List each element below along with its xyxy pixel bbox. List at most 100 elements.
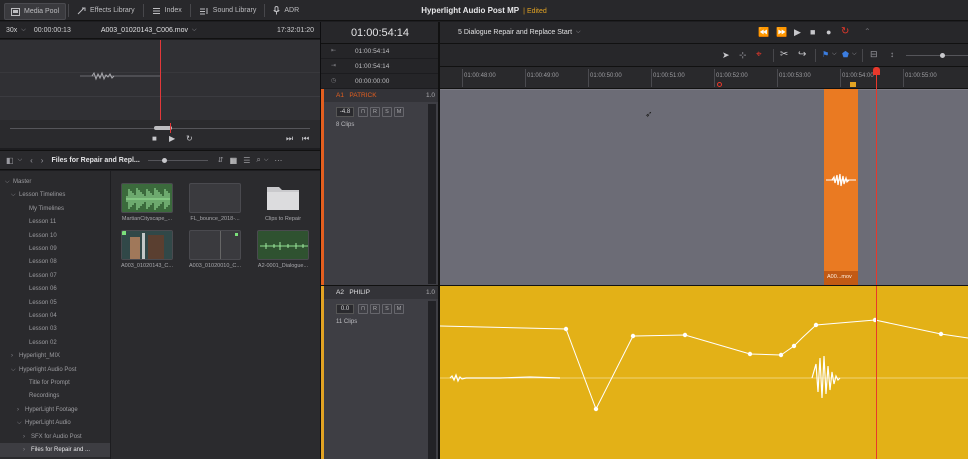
track-lane-a1[interactable]: A00...mov ➶ <box>440 89 968 285</box>
chevron-down-icon[interactable]: ⌵ <box>192 27 197 34</box>
zoom-height-icon[interactable]: ↕ <box>890 50 894 59</box>
clip-marker[interactable] <box>850 82 856 87</box>
duration-value[interactable]: 00:00:00:00 <box>355 74 389 89</box>
track-name[interactable]: PHILIP <box>349 289 370 296</box>
automation-point[interactable] <box>747 351 753 357</box>
track-volume[interactable]: -4.8 <box>336 107 354 117</box>
chevron-down-icon[interactable]: ⌵ <box>11 363 19 377</box>
solo-button[interactable]: S <box>382 304 392 314</box>
thumbnail-size-slider[interactable] <box>147 157 208 163</box>
bin-tree-item[interactable]: Recordings <box>0 389 110 403</box>
loop-icon[interactable]: ↻ <box>841 26 849 37</box>
list-view-icon[interactable]: ☰ <box>243 156 250 165</box>
bin-tree-item[interactable]: › HyperLight Footage <box>0 403 110 417</box>
chevron-right-icon[interactable]: › <box>23 430 31 444</box>
previous-frame-icon[interactable]: ⏮ <box>302 134 309 144</box>
marker-icon[interactable]: ⬟ <box>842 50 849 59</box>
bin-tree-item[interactable]: ⌵ Master <box>0 175 110 189</box>
lock-icon[interactable]: ⊓ <box>358 107 368 117</box>
mute-button[interactable]: M <box>394 107 404 117</box>
bin-tree-item[interactable]: ⌵ HyperLight Audio <box>0 416 110 430</box>
bin-tree-item[interactable]: Lesson 04 <box>0 309 110 323</box>
snapping-icon[interactable]: ⌖ <box>756 49 762 60</box>
play-icon[interactable]: ▶ <box>794 27 801 38</box>
clip-thumbnail[interactable]: Clips to Repair <box>251 176 315 222</box>
panel-toggle-icon[interactable]: ◧ <box>6 156 14 165</box>
track-volume[interactable]: 0.0 <box>336 304 354 314</box>
sort-icon[interactable]: ⇵ <box>218 156 224 164</box>
chevron-right-icon[interactable]: › <box>17 403 25 417</box>
chevron-down-icon[interactable]: ⌵ <box>17 416 25 430</box>
flag-icon[interactable]: ⚑ <box>822 50 829 59</box>
zoom-slider-knob[interactable] <box>940 53 945 58</box>
follow-playhead-icon[interactable]: ⌃ <box>864 27 871 36</box>
pointer-tool-icon[interactable]: ➤ <box>722 50 730 61</box>
automation-point[interactable] <box>813 322 819 328</box>
more-options-icon[interactable]: ⋯ <box>274 156 282 165</box>
in-point-value[interactable]: 01:00:54:14 <box>355 44 389 59</box>
automation-point[interactable] <box>778 352 784 358</box>
media-pool-button[interactable]: Media Pool <box>4 3 67 20</box>
chevron-down-icon[interactable]: ⌵ <box>852 51 857 58</box>
bin-tree-item[interactable]: Lesson 05 <box>0 296 110 310</box>
play-icon[interactable]: ▶ <box>169 134 175 143</box>
source-clip-name[interactable]: A003_01020143_C006.mov <box>101 27 188 34</box>
in-marker[interactable] <box>717 82 722 87</box>
timeline-ruler[interactable]: 01:00:48:00 01:00:49:00 01:00:50:00 01:0… <box>440 67 968 89</box>
stop-icon[interactable]: ■ <box>810 27 815 37</box>
track-header-a2[interactable]: A2 PHILIP 1.0 0.0 ⊓ R S M 11 Clips <box>321 286 439 459</box>
bin-tree-item[interactable]: Lesson 11 <box>0 215 110 229</box>
lock-icon[interactable]: ⊓ <box>358 304 368 314</box>
clip-thumbnail[interactable]: A003_01020010_C... <box>183 223 247 269</box>
link-icon[interactable]: ↪ <box>798 49 806 60</box>
back-icon[interactable]: ‹ <box>30 156 33 165</box>
stop-icon[interactable]: ■ <box>152 134 157 143</box>
range-tool-icon[interactable]: ⊹ <box>739 50 747 61</box>
bin-tree-item[interactable]: Lesson 06 <box>0 282 110 296</box>
bin-tree-item[interactable]: Title for Prompt <box>0 376 110 390</box>
bin-tree-item[interactable]: Lesson 08 <box>0 255 110 269</box>
razor-icon[interactable]: ✂ <box>780 49 788 60</box>
timeline-zoom-slider[interactable] <box>906 55 968 56</box>
bin-tree-item[interactable]: › Hyperlight_MIX <box>0 349 110 363</box>
clip-thumbnail[interactable]: A2-0001_Dialogue... <box>251 223 315 269</box>
chevron-down-icon[interactable]: ⌵ <box>18 157 23 164</box>
forward-icon[interactable]: › <box>41 156 44 165</box>
chevron-down-icon[interactable]: ⌵ <box>264 157 269 164</box>
grid-view-icon[interactable]: ▦ <box>230 156 238 165</box>
bin-tree-item[interactable]: My Timelines <box>0 202 110 216</box>
record-arm-button[interactable]: R <box>370 304 380 314</box>
timeline-playhead[interactable] <box>876 74 877 459</box>
solo-button[interactable]: S <box>382 107 392 117</box>
chevron-down-icon[interactable]: ⌵ <box>21 27 26 34</box>
automation-point[interactable] <box>630 333 636 339</box>
mute-button[interactable]: M <box>394 304 404 314</box>
clip-thumbnail[interactable]: MartianCityscape_... <box>115 176 179 222</box>
slider-knob[interactable] <box>161 157 167 163</box>
rewind-icon[interactable]: ⏪ <box>758 27 769 38</box>
sound-library-button[interactable]: Sound Library <box>193 0 263 21</box>
bin-tree-item[interactable]: ⌵ Lesson Timelines <box>0 188 110 202</box>
chevron-right-icon[interactable]: › <box>11 349 19 363</box>
automation-point[interactable] <box>938 331 944 337</box>
audio-clip[interactable]: A00...mov <box>824 89 858 285</box>
effects-library-button[interactable]: Effects Library <box>71 0 141 21</box>
bin-tree-item[interactable]: Lesson 09 <box>0 242 110 256</box>
chevron-right-icon[interactable]: › <box>23 443 31 457</box>
bin-tree-item[interactable]: ⌵ Hyperlight Audio Post <box>0 363 110 377</box>
chevron-down-icon[interactable]: ⌵ <box>832 51 837 58</box>
out-point-value[interactable]: 01:00:54:14 <box>355 59 389 74</box>
bin-tree-item[interactable]: Lesson 03 <box>0 322 110 336</box>
bin-tree-item[interactable]: › Files for Repair and ... <box>0 443 110 457</box>
track-header-a1[interactable]: A1 PATRICK 1.0 -4.8 ⊓ R S M 8 Clips <box>321 89 439 285</box>
chevron-down-icon[interactable]: ⌵ <box>576 29 581 36</box>
bin-tree-item[interactable]: Lesson 02 <box>0 336 110 350</box>
clip-thumbnail[interactable]: FL_bounce_2018-... <box>183 176 247 222</box>
track-name[interactable]: PATRICK <box>349 92 376 99</box>
adr-button[interactable]: ADR <box>267 0 305 21</box>
automation-point[interactable] <box>682 332 688 338</box>
chevron-down-icon[interactable]: ⌵ <box>11 188 19 202</box>
automation-point[interactable] <box>791 343 797 349</box>
bin-tree-item[interactable]: Lesson 07 <box>0 269 110 283</box>
loop-icon[interactable]: ↻ <box>186 134 193 143</box>
